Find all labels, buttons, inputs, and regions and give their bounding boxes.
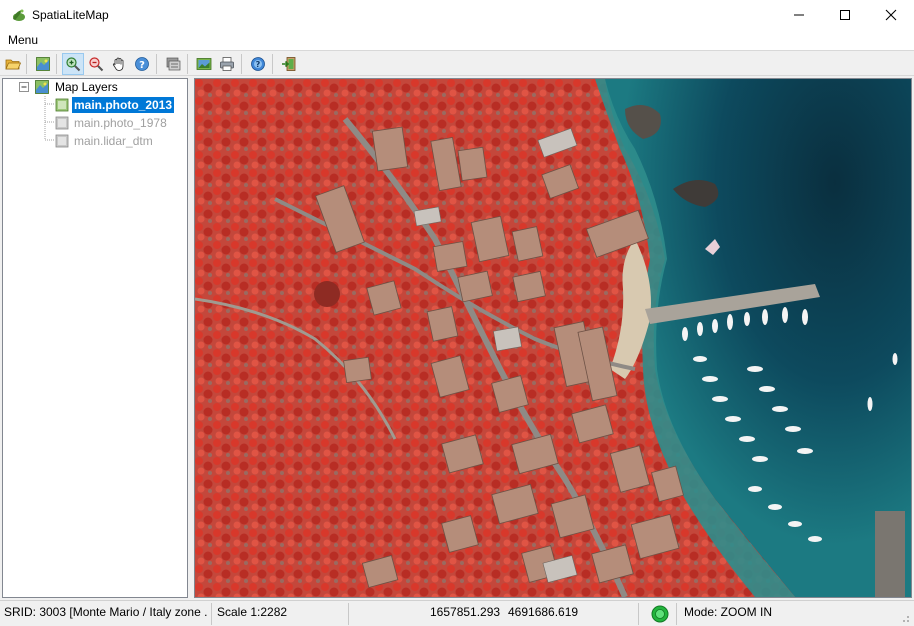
toolbar-separator [241, 54, 242, 74]
status-separator [211, 603, 212, 625]
window-title: SpatiaLiteMap [32, 8, 109, 22]
info-icon: ? [251, 57, 265, 71]
layer-label: main.photo_1978 [74, 116, 167, 130]
toolbar: ? ? [0, 50, 914, 76]
export-image-icon [196, 58, 212, 70]
tree-root-label: Map Layers [55, 80, 118, 94]
app-logo-icon [13, 9, 25, 21]
close-icon [885, 9, 897, 21]
print-button[interactable] [216, 53, 238, 75]
resize-grip-icon[interactable] [898, 611, 910, 623]
status-srid: SRID: 3003 [Monte Mario / Italy zone ... [4, 605, 208, 619]
status-y-coord: 4691686.619 [508, 605, 579, 619]
maximize-button[interactable] [822, 0, 868, 30]
aerial-photo-raster [195, 79, 911, 597]
toolbar-separator [272, 54, 273, 74]
identify-button[interactable]: ? [131, 53, 153, 75]
toolbar-separator [56, 54, 57, 74]
open-button[interactable] [2, 53, 24, 75]
raster-layer-disabled-icon [55, 134, 69, 148]
status-x-coord: 1657851.293 [430, 605, 501, 619]
close-button[interactable] [868, 0, 914, 30]
maximize-icon [840, 10, 850, 20]
tree-layer-photo-2013[interactable]: main.photo_2013 [55, 97, 175, 113]
map-canvas[interactable] [194, 78, 912, 598]
toolbar-separator [187, 54, 188, 74]
layer-config-button[interactable] [32, 53, 54, 75]
tree-layer-photo-1978[interactable]: main.photo_1978 [55, 115, 169, 131]
exit-icon [282, 57, 296, 71]
status-separator [348, 603, 349, 625]
identify-icon: ? [135, 57, 149, 71]
zoom-out-icon [89, 57, 104, 72]
collapse-toggle-icon[interactable] [19, 81, 30, 93]
status-mode: Mode: ZOOM IN [684, 605, 773, 619]
title-bar[interactable]: SpatiaLiteMap [0, 0, 914, 30]
menu-bar: Menu [0, 30, 914, 50]
layer-label: main.photo_2013 [72, 97, 175, 113]
print-icon [220, 57, 234, 71]
map-layers-icon [35, 80, 49, 94]
zoom-in-icon [66, 57, 81, 72]
status-scale: Scale 1:2282 [217, 605, 288, 619]
status-bar: SRID: 3003 [Monte Mario / Italy zone ...… [0, 600, 914, 626]
zoom-out-button[interactable] [85, 53, 107, 75]
zoom-in-button[interactable] [62, 53, 84, 75]
svg-text:?: ? [139, 60, 145, 71]
toolbar-separator [156, 54, 157, 74]
status-separator [638, 603, 639, 625]
pan-hand-icon [112, 57, 124, 71]
toolbar-separator [26, 54, 27, 74]
tree-layer-lidar-dtm[interactable]: main.lidar_dtm [55, 133, 155, 149]
layer-label: main.lidar_dtm [74, 134, 153, 148]
exit-button[interactable] [278, 53, 300, 75]
layers-button[interactable] [162, 53, 184, 75]
open-folder-icon [5, 59, 21, 70]
layer-config-icon [36, 57, 50, 71]
raster-layer-disabled-icon [55, 116, 69, 130]
minimize-button[interactable] [776, 0, 822, 30]
minimize-icon [794, 14, 804, 16]
tree-root-node[interactable]: Map Layers [19, 79, 120, 95]
layers-stack-icon [166, 57, 181, 71]
export-image-button[interactable] [193, 53, 215, 75]
svg-text:?: ? [256, 60, 261, 69]
raster-layer-icon [55, 98, 69, 112]
pan-button[interactable] [108, 53, 130, 75]
status-separator [676, 603, 677, 625]
info-button[interactable]: ? [247, 53, 269, 75]
menu-main[interactable]: Menu [8, 33, 38, 47]
app-window: SpatiaLiteMap Menu ? ? Map Layers main.p… [0, 0, 914, 626]
status-ok-icon [651, 605, 669, 623]
layers-tree-panel[interactable]: Map Layers main.photo_2013 main.photo_19… [2, 78, 188, 598]
